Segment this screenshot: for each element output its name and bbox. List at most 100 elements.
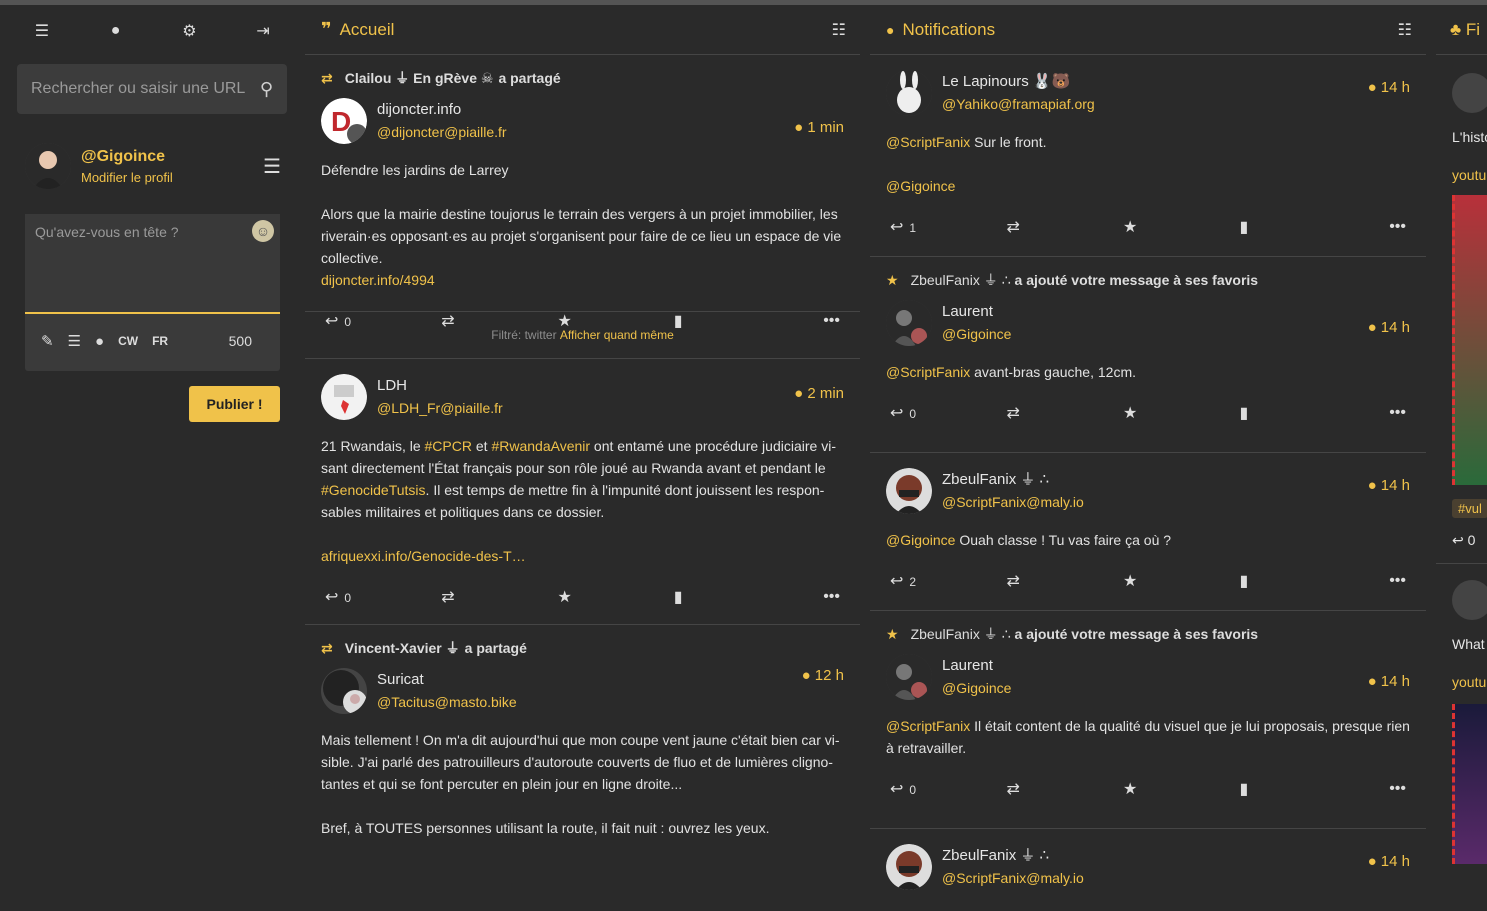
status-account[interactable]: ZbeulFanix ⏚ ∴ @ScriptFanix@maly.io bbox=[886, 467, 1410, 515]
status-link[interactable]: dijoncter.info/4994 bbox=[321, 272, 435, 288]
column-settings-icon[interactable]: ☷ bbox=[832, 20, 846, 40]
reply-button[interactable]: ↩ 0 bbox=[890, 779, 960, 799]
avatar[interactable] bbox=[1452, 73, 1487, 113]
avatar[interactable] bbox=[886, 844, 932, 890]
status[interactable]: ⇄ Vincent-Xavier ⏚ a partagé Suricat @Ta… bbox=[305, 625, 860, 839]
avatar[interactable] bbox=[886, 300, 932, 346]
bookmark-button[interactable]: ▮ bbox=[1240, 571, 1310, 591]
more-button[interactable]: ••• bbox=[790, 588, 840, 606]
favourite-button[interactable]: ★ bbox=[1123, 403, 1193, 423]
logout-icon[interactable]: ⇥ bbox=[228, 21, 298, 41]
avatar[interactable] bbox=[25, 143, 71, 189]
gear-icon[interactable]: ⚙ bbox=[154, 21, 224, 41]
mention-link[interactable]: @ScriptFanix bbox=[886, 364, 970, 380]
favourite-button[interactable]: ★ bbox=[558, 587, 628, 607]
reply-button[interactable]: ↩ 0 bbox=[890, 403, 960, 423]
notification-favourite[interactable]: ★ ZbeulFanix ⏚ ∴ a ajouté votre message … bbox=[870, 611, 1426, 829]
media-image[interactable] bbox=[1452, 704, 1487, 864]
status-account[interactable]: Laurent @Gigoince bbox=[886, 299, 1410, 347]
avatar[interactable] bbox=[321, 374, 367, 420]
boost-button[interactable]: ⇄ bbox=[1007, 217, 1077, 237]
status-time[interactable]: ● 14 h bbox=[1368, 319, 1410, 336]
status[interactable]: ⇄ Clailou ⏚ En gRève ☠ a partagé D dijon… bbox=[305, 55, 860, 330]
notification-favourite[interactable]: ★ ZbeulFanix ⏚ ∴ a ajouté votre message … bbox=[870, 257, 1426, 453]
mention-link[interactable]: @Gigoince bbox=[886, 178, 955, 194]
notification-mention[interactable]: ZbeulFanix ⏚ ∴ @ScriptFanix@maly.io ● 14… bbox=[870, 453, 1426, 611]
hamburger-icon[interactable]: ☰ bbox=[7, 21, 77, 41]
compose-textarea[interactable] bbox=[25, 214, 280, 314]
hashtag-chip[interactable]: #vul bbox=[1452, 499, 1487, 518]
mention-link[interactable]: @ScriptFanix bbox=[886, 134, 970, 150]
attach-icon[interactable]: ✎ bbox=[41, 332, 54, 350]
media-image[interactable] bbox=[1452, 195, 1487, 485]
globe-icon[interactable]: ● bbox=[81, 22, 151, 40]
status[interactable]: LDH @LDH_Fr@piaille.fr ● 2 min 21 Rwanda… bbox=[305, 359, 860, 625]
edit-profile-link[interactable]: Modifier le profil bbox=[81, 170, 263, 185]
content-warning-button[interactable]: CW bbox=[118, 334, 138, 348]
avatar[interactable] bbox=[886, 654, 932, 700]
extra-column-header[interactable]: ♣ Fi bbox=[1436, 5, 1487, 55]
home-column-header[interactable]: ❞ Accueil ☷ bbox=[305, 5, 860, 55]
reply-button[interactable]: ↩ 2 bbox=[890, 571, 960, 591]
status-time[interactable]: ● 12 h bbox=[802, 667, 844, 684]
status-account[interactable]: ZbeulFanix ⏚ ∴ @ScriptFanix@maly.io bbox=[886, 843, 1410, 891]
reply-button[interactable]: ↩ 0 bbox=[325, 587, 395, 607]
favourite-button[interactable]: ★ bbox=[1123, 571, 1193, 591]
favourite-button[interactable]: ★ bbox=[1123, 217, 1193, 237]
notification-mention[interactable]: ZbeulFanix ⏚ ∴ @ScriptFanix@maly.io ● 14… bbox=[870, 829, 1426, 891]
extra-status[interactable]: What youtu bbox=[1436, 563, 1487, 864]
bookmark-button[interactable]: ▮ bbox=[674, 311, 744, 331]
bookmark-button[interactable]: ▮ bbox=[674, 587, 744, 607]
avatar[interactable] bbox=[321, 668, 367, 714]
favourite-author[interactable]: ZbeulFanix ⏚ ∴ bbox=[911, 624, 1011, 644]
boost-author[interactable]: Vincent-Xavier ⏚ bbox=[345, 638, 460, 658]
visibility-globe-icon[interactable]: ● bbox=[95, 333, 104, 350]
boost-button[interactable]: ⇄ bbox=[441, 587, 511, 607]
boost-button[interactable]: ⇄ bbox=[1007, 403, 1077, 423]
status-account[interactable]: Le Lapinours 🐰🐻 @Yahiko@framapiaf.org bbox=[886, 69, 1410, 117]
status-time[interactable]: ● 14 h bbox=[1368, 477, 1410, 494]
avatar[interactable] bbox=[1452, 580, 1487, 620]
avatar[interactable] bbox=[886, 468, 932, 514]
language-button[interactable]: FR bbox=[152, 334, 168, 348]
notification-mention[interactable]: Le Lapinours 🐰🐻 @Yahiko@framapiaf.org ● … bbox=[870, 55, 1426, 257]
more-button[interactable]: ••• bbox=[1356, 218, 1406, 236]
reply-button[interactable]: ↩ 0 bbox=[1452, 532, 1487, 549]
boost-button[interactable]: ⇄ bbox=[1007, 779, 1077, 799]
status-time[interactable]: ● 14 h bbox=[1368, 673, 1410, 690]
avatar[interactable]: D bbox=[321, 98, 367, 144]
status-link[interactable]: afriquexxi.info/Genocide-des-T… bbox=[321, 548, 526, 564]
more-button[interactable]: ••• bbox=[790, 312, 840, 330]
favourite-button[interactable]: ★ bbox=[1123, 779, 1193, 799]
bookmark-button[interactable]: ▮ bbox=[1240, 403, 1310, 423]
emoji-picker-icon[interactable]: ☺ bbox=[252, 220, 274, 242]
more-button[interactable]: ••• bbox=[1356, 780, 1406, 798]
hashtag-link[interactable]: #CPCR bbox=[425, 438, 472, 454]
boost-button[interactable]: ⇄ bbox=[1007, 571, 1077, 591]
hashtag-link[interactable]: #GenocideTutsis bbox=[321, 482, 426, 498]
search-icon[interactable]: ⚲ bbox=[260, 79, 273, 100]
publish-button[interactable]: Publier ! bbox=[189, 386, 280, 422]
extra-link[interactable]: youtu bbox=[1452, 674, 1487, 690]
status-account[interactable]: D dijoncter.info @dijoncter@piaille.fr bbox=[321, 97, 844, 145]
more-button[interactable]: ••• bbox=[1356, 404, 1406, 422]
status-time[interactable]: ● 2 min bbox=[794, 385, 844, 402]
profile-menu-icon[interactable]: ☰ bbox=[263, 154, 281, 179]
column-settings-icon[interactable]: ☷ bbox=[1398, 20, 1412, 40]
hashtag-link[interactable]: #RwandaAvenir bbox=[491, 438, 590, 454]
bookmark-button[interactable]: ▮ bbox=[1240, 217, 1310, 237]
favourite-author[interactable]: ZbeulFanix ⏚ ∴ bbox=[911, 270, 1011, 290]
status-time[interactable]: ● 1 min bbox=[794, 119, 844, 136]
mention-link[interactable]: @ScriptFanix bbox=[886, 718, 970, 734]
poll-icon[interactable]: ☰ bbox=[68, 332, 81, 350]
extra-status[interactable]: L'histo youtu #vul ↩ 0 bbox=[1436, 55, 1487, 549]
status-account[interactable]: LDH @LDH_Fr@piaille.fr bbox=[321, 373, 844, 421]
mention-link[interactable]: @Gigoince bbox=[886, 532, 955, 548]
extra-link[interactable]: youtu bbox=[1452, 167, 1487, 183]
more-button[interactable]: ••• bbox=[1356, 572, 1406, 590]
status-time[interactable]: ● 14 h bbox=[1368, 79, 1410, 96]
avatar[interactable] bbox=[886, 70, 932, 116]
search-input[interactable] bbox=[31, 80, 260, 98]
boost-button[interactable]: ⇄ bbox=[441, 311, 511, 331]
profile-handle[interactable]: @Gigoince bbox=[81, 148, 263, 166]
